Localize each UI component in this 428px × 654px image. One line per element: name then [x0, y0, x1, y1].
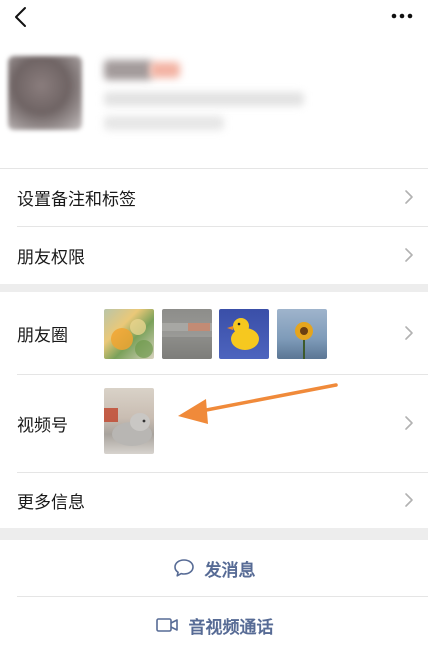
feeds-section: 朋友圈 视频号 更多信息 — [0, 292, 428, 528]
more-info-row[interactable]: 更多信息 — [0, 472, 428, 528]
channels-label: 视频号 — [17, 415, 68, 436]
blurred-name — [104, 60, 152, 80]
friend-permission-label: 朋友权限 — [17, 247, 85, 268]
more-info-label: 更多信息 — [17, 492, 85, 513]
blurred-id — [104, 92, 304, 106]
remark-tags-label: 设置备注和标签 — [17, 189, 136, 210]
chevron-right-icon — [405, 190, 413, 204]
profile-card — [0, 34, 428, 168]
send-message-label: 发消息 — [204, 560, 256, 581]
chat-bubble-icon — [173, 559, 194, 577]
av-call-label: 音视频通话 — [188, 617, 274, 638]
chevron-right-icon — [405, 248, 413, 262]
more-dots-icon[interactable] — [390, 4, 414, 28]
moments-thumbnail-flowers — [104, 309, 154, 359]
chevron-right-icon — [405, 326, 413, 340]
video-camera-icon — [155, 618, 178, 632]
chevron-right-icon — [405, 416, 413, 430]
chevron-left-icon[interactable] — [10, 4, 34, 30]
send-message-button[interactable]: 发消息 — [0, 540, 428, 596]
channels-row[interactable]: 视频号 — [0, 374, 428, 472]
top-bar — [0, 0, 428, 34]
settings-section: 设置备注和标签 朋友权限 — [0, 168, 428, 284]
avatar[interactable] — [8, 56, 82, 130]
moments-row[interactable]: 朋友圈 — [0, 292, 428, 374]
friend-permission-row[interactable]: 朋友权限 — [0, 226, 428, 284]
blurred-tag — [150, 62, 180, 78]
actions-section: 发消息 音视频通话 — [0, 540, 428, 654]
remark-tags-row[interactable]: 设置备注和标签 — [0, 168, 428, 226]
moments-label: 朋友圈 — [17, 325, 68, 346]
channels-thumbnail — [104, 388, 154, 454]
av-call-button[interactable]: 音视频通话 — [0, 596, 428, 654]
moments-thumbnail-duck — [219, 309, 269, 359]
moments-thumbnail-gray — [162, 309, 212, 359]
moments-thumbnail-sunflower — [277, 309, 327, 359]
blurred-region — [104, 116, 224, 130]
chevron-right-icon — [405, 493, 413, 507]
